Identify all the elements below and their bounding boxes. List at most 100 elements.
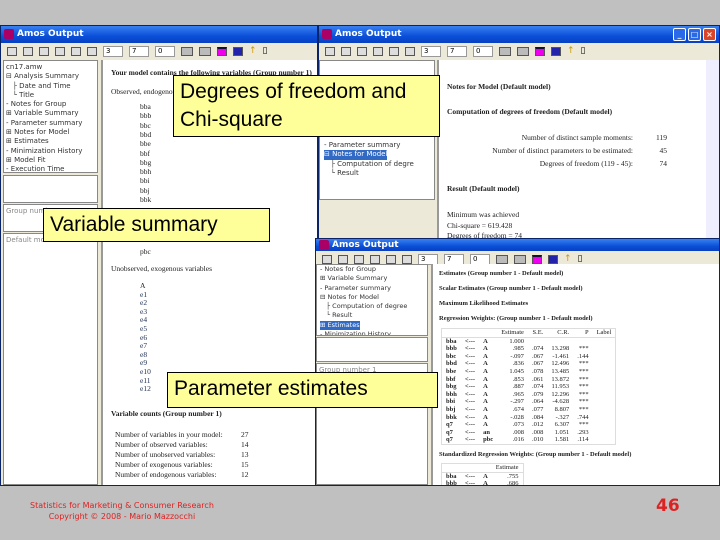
grid-icon[interactable] — [499, 46, 511, 56]
print-icon[interactable] — [341, 46, 351, 56]
table-cell: .061 — [531, 375, 544, 383]
notes-heading: Notes for Model (Default model) — [447, 82, 551, 91]
table-cell: bbd — [446, 360, 457, 368]
copy-icon[interactable] — [71, 46, 81, 56]
table-cell: .064 — [531, 398, 544, 406]
spinner-2[interactable]: 0 — [155, 45, 175, 57]
tree-item[interactable]: - Notes for Group — [320, 265, 427, 274]
spinner-0[interactable]: 3 — [418, 253, 438, 265]
tree-item[interactable]: ⊞ Model Fit — [6, 156, 95, 165]
tree-item[interactable]: - Parameter summary — [320, 284, 427, 293]
spinner-2[interactable]: 0 — [470, 253, 490, 265]
blue-box-icon[interactable] — [548, 254, 558, 264]
up-arrow-icon[interactable]: ↑ — [249, 46, 257, 56]
scrollbar[interactable] — [706, 60, 719, 239]
tree-item[interactable]: - Execution Time — [6, 165, 95, 172]
copy-icon[interactable] — [389, 46, 399, 56]
copy-icon[interactable] — [386, 254, 396, 264]
callout-degrees-of-freedom: Degrees of freedom and Chi-square — [173, 75, 440, 137]
magenta-box-icon[interactable] — [532, 254, 542, 264]
spinner-0[interactable]: 3 — [103, 45, 123, 57]
tree-item[interactable]: ⊟ Analysis Summary — [6, 72, 95, 81]
open-folder-icon[interactable] — [373, 46, 383, 56]
tree-item[interactable]: - Minimization History — [320, 330, 427, 335]
std-heading: Standardized Regression Weights: (Group … — [439, 451, 632, 458]
column-header: P — [573, 328, 593, 338]
check-icon[interactable] — [402, 254, 412, 264]
table-row: bbj <--- A .674 .077 8.807 *** — [442, 406, 616, 414]
tree-item[interactable]: - Notes for Group — [6, 100, 95, 109]
open-folder-icon[interactable] — [55, 46, 65, 56]
table-cell — [593, 421, 616, 429]
help-book-icon[interactable]: ▯ — [581, 46, 586, 56]
frame-icon[interactable] — [199, 46, 211, 56]
minimize-button[interactable]: _ — [673, 28, 686, 41]
tree-item[interactable]: ⊞ Variable Summary — [320, 274, 427, 283]
frame-icon[interactable] — [517, 46, 529, 56]
title-bar[interactable]: Amos Output — [316, 239, 719, 251]
blue-box-icon[interactable] — [233, 46, 243, 56]
tree-item[interactable]: - Minimization History — [6, 147, 95, 156]
help-book-icon[interactable]: ▯ — [263, 46, 268, 56]
tree-item[interactable]: ├ Date and Time — [6, 82, 95, 91]
maximize-button[interactable]: □ — [688, 28, 701, 41]
spinner-0[interactable]: 3 — [421, 45, 441, 57]
table-cell — [593, 436, 616, 444]
open-folder-icon[interactable] — [370, 254, 380, 264]
tree-item[interactable]: ⊞ Estimates — [320, 320, 427, 331]
check-icon[interactable] — [405, 46, 415, 56]
grid-icon[interactable] — [181, 46, 193, 56]
observed-variable: bbc — [140, 120, 151, 130]
tree-item[interactable]: ⊞ Notes for Model — [6, 128, 95, 137]
tree-item[interactable]: └ Result — [324, 169, 434, 178]
table-cell: .079 — [531, 390, 544, 398]
book-icon[interactable] — [354, 254, 364, 264]
tree-item[interactable]: └ Result — [320, 311, 427, 320]
new-file-icon[interactable] — [325, 46, 335, 56]
up-arrow-icon[interactable]: ↑ — [564, 254, 572, 264]
variable-pbc: pbc — [140, 247, 151, 256]
count-value: 27 — [241, 430, 249, 439]
model-list[interactable]: Default model — [3, 233, 98, 485]
spinner-1[interactable]: 7 — [447, 45, 467, 57]
table-cell: bbi — [446, 398, 456, 406]
output-tree[interactable]: cn17.amw ⊟ Analysis Summary ├ Date and Ti… — [3, 60, 98, 173]
title-bar[interactable]: Amos Output — [1, 26, 317, 43]
table-row: q7 <--- pbc .016 .010 1.581 .114 — [442, 436, 616, 444]
tree-item[interactable]: ⊞ Variable Summary — [6, 109, 95, 118]
magenta-box-icon[interactable] — [535, 46, 545, 56]
close-button[interactable]: × — [703, 28, 716, 41]
title-bar[interactable]: Amos Output _ □ × — [319, 26, 719, 43]
frame-icon[interactable] — [514, 254, 526, 264]
spinner-2[interactable]: 0 — [473, 45, 493, 57]
book-icon[interactable] — [357, 46, 367, 56]
tree-item[interactable]: - Parameter summary — [6, 119, 95, 128]
tree-item[interactable]: - Parameter summary — [324, 141, 434, 150]
tree-item[interactable]: ⊟ Notes for Model — [320, 293, 427, 302]
up-arrow-icon[interactable]: ↑ — [567, 46, 575, 56]
tree-item[interactable]: cn17.amw — [6, 63, 95, 72]
grid-icon[interactable] — [496, 254, 508, 264]
spinner-1[interactable]: 7 — [444, 253, 464, 265]
new-file-icon[interactable] — [7, 46, 17, 56]
print-icon[interactable] — [23, 46, 33, 56]
help-book-icon[interactable]: ▯ — [578, 254, 583, 264]
magenta-box-icon[interactable] — [217, 46, 227, 56]
table-cell: -.327 — [555, 413, 570, 421]
new-file-icon[interactable] — [322, 254, 332, 264]
tree-item[interactable]: ├ Computation of degre — [324, 160, 434, 169]
print-icon[interactable] — [338, 254, 348, 264]
blue-box-icon[interactable] — [551, 46, 561, 56]
table-cell: .073 — [512, 421, 524, 429]
tree-item[interactable]: ⊞ Estimates — [6, 137, 95, 146]
table-cell: <--- — [464, 375, 476, 383]
blank-pane — [316, 337, 428, 362]
table-cell — [593, 345, 616, 353]
spinner-1[interactable]: 7 — [129, 45, 149, 57]
table-cell: .293 — [577, 428, 589, 436]
book-icon[interactable] — [39, 46, 49, 56]
tree-item[interactable]: └ Title — [6, 91, 95, 100]
check-icon[interactable] — [87, 46, 97, 56]
output-tree[interactable]: - Notes for Group ⊞ Variable Summary - Par… — [316, 264, 428, 336]
tree-item[interactable]: ⊟ Notes for Model — [324, 150, 434, 160]
